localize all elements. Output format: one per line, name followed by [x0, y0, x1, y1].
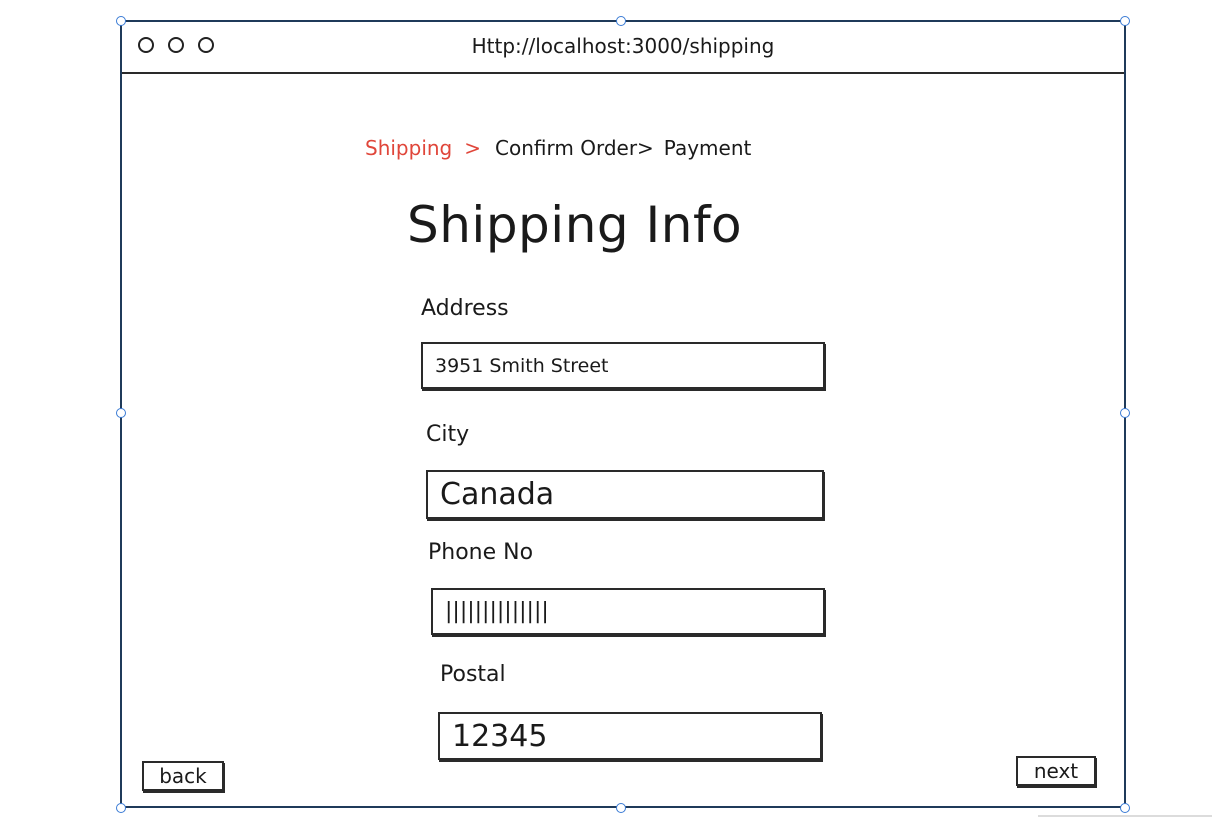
- page-title: Shipping Info: [407, 196, 743, 254]
- selection-handle-icon[interactable]: [116, 408, 126, 418]
- phone-label: Phone No: [428, 540, 534, 565]
- selection-handle-icon[interactable]: [1120, 408, 1130, 418]
- address-input[interactable]: [421, 342, 825, 389]
- address-bar-url[interactable]: Http://localhost:3000/shipping: [122, 34, 1124, 58]
- selection-handle-icon[interactable]: [116, 803, 126, 813]
- breadcrumb-step-shipping[interactable]: Shipping: [365, 136, 452, 160]
- breadcrumb-step-confirm-order[interactable]: Confirm Order>: [495, 136, 654, 160]
- breadcrumb-step-payment[interactable]: Payment: [664, 136, 752, 160]
- breadcrumb-separator: >: [464, 136, 482, 160]
- postal-label: Postal: [440, 662, 506, 687]
- postal-input[interactable]: [438, 712, 822, 760]
- browser-titlebar: Http://localhost:3000/shipping: [122, 22, 1124, 74]
- city-label: City: [426, 422, 470, 447]
- selection-handle-icon[interactable]: [1120, 16, 1130, 26]
- selection-handle-icon[interactable]: [116, 16, 126, 26]
- selection-handle-icon[interactable]: [616, 803, 626, 813]
- city-input[interactable]: [426, 470, 824, 519]
- address-label: Address: [421, 296, 509, 321]
- phone-input[interactable]: [431, 588, 825, 635]
- selection-handle-icon[interactable]: [616, 16, 626, 26]
- selection-handle-icon[interactable]: [1120, 803, 1130, 813]
- breadcrumb: Shipping > Confirm Order> Payment: [365, 136, 751, 160]
- next-button[interactable]: next: [1016, 756, 1096, 786]
- back-button[interactable]: back: [142, 761, 224, 791]
